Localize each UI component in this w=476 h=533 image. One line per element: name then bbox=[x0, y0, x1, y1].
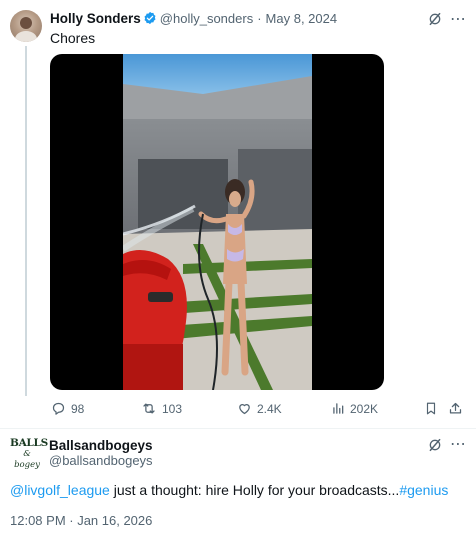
views-count: 202K bbox=[350, 401, 379, 416]
tweet-header: Holly Sonders @holly_sonders · May 8, 2024 bbox=[50, 10, 337, 28]
grok-icon[interactable] bbox=[427, 11, 443, 32]
reply-name-text: Ballsandbogeys bbox=[49, 438, 153, 453]
thread-line bbox=[25, 46, 27, 396]
bookmark-icon bbox=[426, 402, 436, 415]
tweet-video[interactable] bbox=[50, 54, 384, 390]
reply-button[interactable]: 98 bbox=[51, 401, 84, 416]
share-icon bbox=[449, 402, 462, 414]
avatar-logo-line1: BALLS bbox=[10, 437, 48, 449]
bookmark-button[interactable] bbox=[424, 401, 438, 416]
author-avatar[interactable] bbox=[10, 10, 42, 42]
grok-icon[interactable] bbox=[427, 437, 443, 458]
more-icon[interactable]: ⋯ bbox=[450, 9, 467, 29]
more-icon[interactable]: ⋯ bbox=[450, 434, 467, 454]
tweet-date[interactable]: May 8, 2024 bbox=[266, 11, 338, 26]
mention-link[interactable]: @livgolf_league bbox=[10, 482, 110, 498]
like-button[interactable]: 2.4K bbox=[237, 401, 282, 416]
author-name[interactable]: Holly Sonders bbox=[50, 11, 141, 26]
reply-avatar[interactable]: BALLS & bogey bbox=[10, 437, 48, 471]
avatar-logo-line2: & bogey bbox=[14, 449, 40, 470]
meta-separator: · bbox=[257, 11, 262, 26]
views-icon bbox=[333, 403, 344, 414]
repost-icon bbox=[143, 403, 155, 414]
author-handle[interactable]: @holly_sonders bbox=[160, 11, 253, 26]
reply-body: @livgolf_league just a thought: hire Hol… bbox=[10, 481, 470, 499]
like-icon bbox=[239, 404, 250, 415]
verified-badge-icon bbox=[143, 11, 157, 25]
reply-icon bbox=[52, 402, 65, 415]
reply-text: just a thought: hire Holly for your broa… bbox=[109, 482, 400, 498]
share-button[interactable] bbox=[448, 401, 463, 416]
repost-count: 103 bbox=[162, 401, 183, 416]
hashtag-link[interactable]: #genius bbox=[399, 482, 448, 498]
reply-handle[interactable]: @ballsandbogeys bbox=[49, 453, 153, 468]
divider bbox=[0, 428, 476, 429]
tweet-actions: 98 103 2.4K 202K bbox=[0, 401, 476, 417]
like-count: 2.4K bbox=[257, 401, 282, 416]
reply-count: 98 bbox=[71, 401, 85, 416]
views-button[interactable]: 202K bbox=[331, 401, 378, 416]
video-frame bbox=[123, 54, 312, 390]
reply-timestamp[interactable]: 12:08 PM · Jan 16, 2026 bbox=[10, 513, 152, 528]
repost-button[interactable]: 103 bbox=[141, 401, 182, 416]
tweet-text: Chores bbox=[50, 30, 96, 46]
